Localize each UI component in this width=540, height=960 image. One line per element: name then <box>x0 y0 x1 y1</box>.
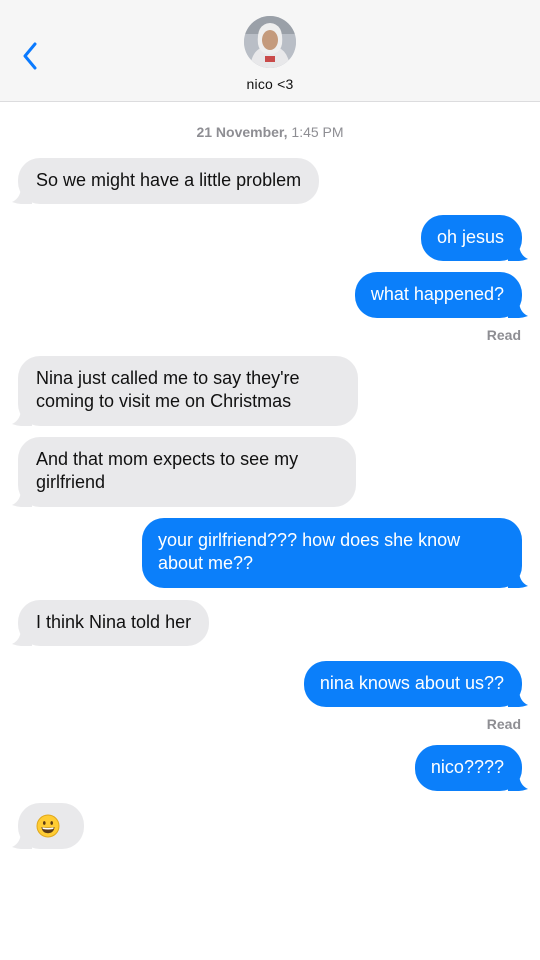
contact-avatar[interactable] <box>244 16 296 68</box>
message-bubble-received[interactable] <box>12 803 84 849</box>
conversation-timestamp: 21 November, 1:45 PM <box>0 124 540 140</box>
bubble-tail <box>12 489 32 507</box>
back-button[interactable] <box>10 36 50 76</box>
bubble-tail <box>508 689 528 707</box>
contact-name[interactable]: nico <3 <box>0 76 540 92</box>
chevron-left-icon <box>23 42 37 70</box>
read-receipt: Read <box>486 716 521 732</box>
message-text: I think Nina told her <box>36 612 192 632</box>
message-bubble-sent[interactable]: your girlfriend??? how does she know abo… <box>142 518 528 588</box>
message-bubble-received[interactable]: So we might have a little problem <box>12 158 320 204</box>
message-text: your girlfriend??? how does she know abo… <box>158 530 461 573</box>
bubble-tail <box>508 243 528 261</box>
message-text: what happened? <box>370 284 504 304</box>
message-text: oh jesus <box>436 227 504 247</box>
timestamp-date: 21 November, <box>196 124 288 140</box>
message-text: nico???? <box>430 757 504 777</box>
message-bubble-received[interactable]: And that mom expects to see my girlfrien… <box>12 437 356 507</box>
bubble-tail <box>508 300 528 318</box>
message-bubble-sent[interactable]: what happened? <box>354 272 528 318</box>
message-text: And that mom expects to see my girlfrien… <box>36 449 299 492</box>
read-receipt: Read <box>486 327 521 343</box>
bubble-tail <box>12 831 32 849</box>
message-bubble-sent[interactable]: nico???? <box>414 745 528 791</box>
bubble-tail <box>508 773 528 791</box>
message-bubble-received[interactable]: Nina just called me to say they're comin… <box>12 356 358 426</box>
message-text: nina knows about us?? <box>319 673 504 693</box>
conversation-header: nico <3 <box>0 0 540 102</box>
message-bubble-received[interactable]: I think Nina told her <box>12 600 210 646</box>
bubble-tail <box>12 628 32 646</box>
message-bubble-sent[interactable]: nina knows about us?? <box>303 661 528 707</box>
bubble-tail <box>508 570 528 588</box>
message-text: So we might have a little problem <box>36 170 302 190</box>
message-text: Nina just called me to say they're comin… <box>36 368 300 411</box>
grinning-face-icon <box>36 814 60 838</box>
contact-photo <box>244 16 296 68</box>
timestamp-time: 1:45 PM <box>291 124 344 140</box>
message-bubble-sent[interactable]: oh jesus <box>420 215 528 261</box>
bubble-tail <box>12 186 32 204</box>
bubble-tail <box>12 408 32 426</box>
